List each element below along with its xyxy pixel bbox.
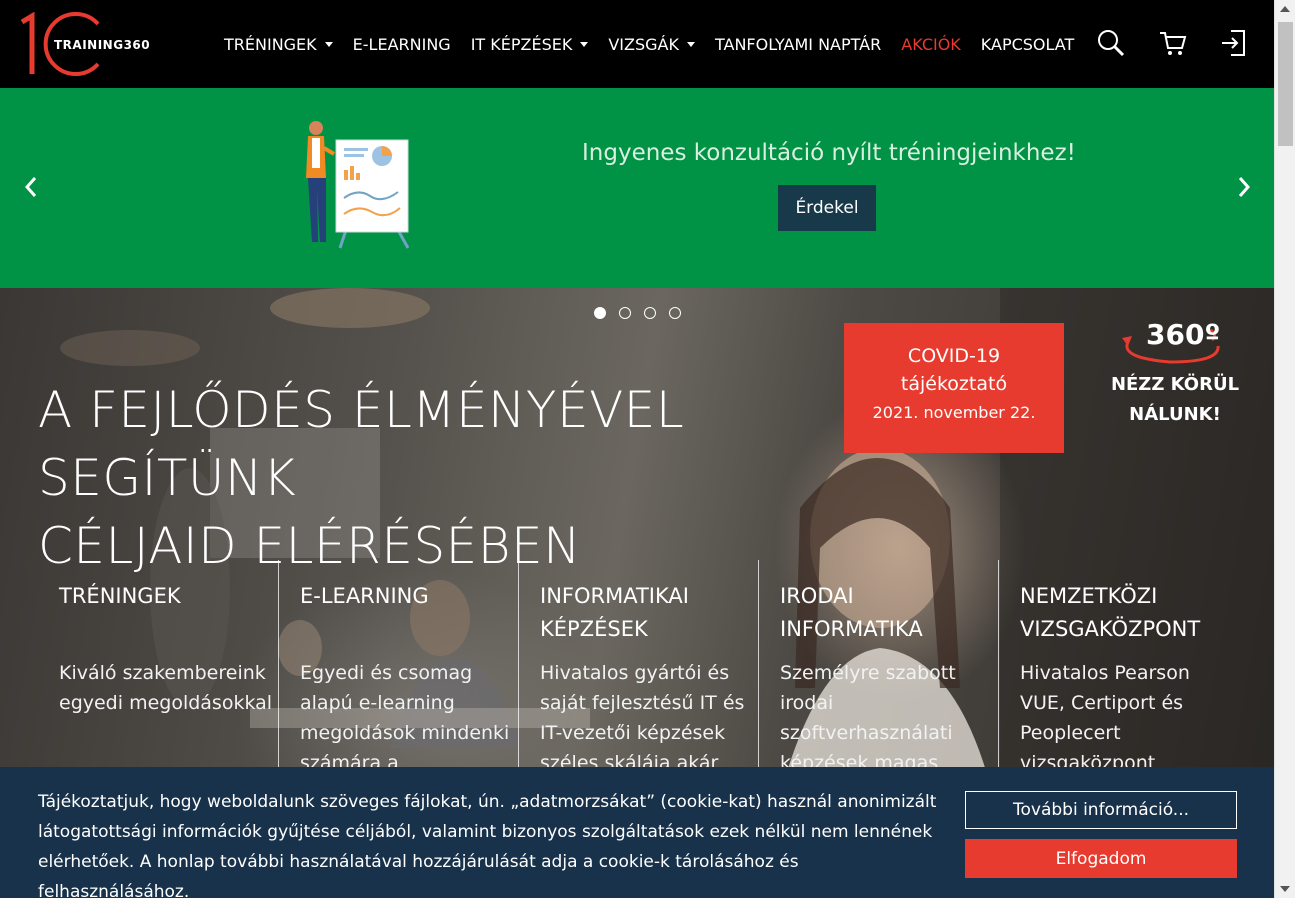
nav-it-kepzesek-label: IT KÉPZÉSEK (470, 34, 573, 54)
nav-elearning-label: E-LEARNING (352, 34, 451, 54)
page-scrollbar[interactable] (1274, 0, 1295, 898)
cookie-notice-text: Tájékoztatjuk, hogy weboldalunk szöveges… (38, 792, 937, 898)
site-header: TRAINING360 TRÉNINGEK E-LEARNING IT KÉPZ… (0, 0, 1274, 88)
slider-next-arrow-icon[interactable] (1235, 175, 1253, 199)
tour-text-line-2: NÁLUNK! (1129, 404, 1221, 425)
chevron-down-icon (580, 41, 589, 47)
logo-text: TRAINING360 (54, 38, 151, 52)
chevron-down-icon (324, 41, 333, 47)
presenter-illustration (288, 118, 418, 250)
covid-subtitle: tájékoztató (900, 373, 1008, 395)
slider-dots (594, 307, 681, 319)
service-title: NEMZETKÖZI VIZSGAKÖZPONT (1020, 584, 1201, 641)
covid-date: 2021. november 22. (872, 403, 1036, 422)
service-description: Hivatalos gyártói és saját fejlesztésű I… (540, 662, 745, 774)
service-title: E-LEARNING (300, 584, 429, 608)
service-description: Hivatalos Pearson VUE, Certiport és Peop… (1020, 662, 1190, 774)
nav-treningek[interactable]: TRÉNINGEK (224, 35, 333, 54)
main-nav: TRÉNINGEK E-LEARNING IT KÉPZÉSEK VIZSGÁK… (224, 0, 1094, 88)
slider-dot-1[interactable] (594, 307, 606, 319)
training360-logo[interactable]: TRAINING360 (18, 11, 158, 78)
covid-info-box[interactable]: COVID-19 tájékoztató 2021. november 22. (844, 323, 1064, 453)
tour-text: NÉZZ KÖRÜL NÁLUNK! (1100, 370, 1250, 430)
service-title: TRÉNINGEK (59, 584, 181, 608)
hero-title-line-1: A FEJLŐDÉS ÉLMÉNYÉVEL SEGÍTÜNK (38, 381, 685, 507)
promo-erdekel-button[interactable]: Érdekel (778, 185, 876, 231)
promo-slider: Ingyenes konzultáció nyílt tréningjeinkh… (0, 88, 1274, 288)
service-description: Egyedi és csomag alapú e-learning megold… (300, 662, 510, 774)
tour-number: 360º (1146, 318, 1221, 351)
hero-title: A FEJLŐDÉS ÉLMÉNYÉVEL SEGÍTÜNK CÉLJAID E… (38, 376, 858, 580)
chevron-down-icon (686, 41, 695, 47)
service-description: Személyre szabott irodai szoftverhasznál… (780, 662, 956, 774)
nav-it-kepzesek[interactable]: IT KÉPZÉSEK (471, 35, 589, 54)
slider-dot-2[interactable] (619, 307, 631, 319)
slider-prev-arrow-icon[interactable] (22, 175, 40, 199)
nav-tanfolyami-naptar-label: TANFOLYAMI NAPTÁR (714, 34, 882, 54)
login-icon[interactable] (1219, 28, 1249, 58)
service-title: IRODAI INFORMATIKA (780, 584, 923, 641)
cookie-more-info-button[interactable]: További információ... (965, 791, 1237, 829)
nav-akciok[interactable]: AKCIÓK (901, 35, 961, 54)
nav-elearning[interactable]: E-LEARNING (353, 35, 451, 54)
scroll-down-arrow-icon[interactable] (1280, 886, 1290, 892)
virtual-tour-link[interactable]: 360º NÉZZ KÖRÜL NÁLUNK! (1100, 316, 1250, 426)
tour-text-line-1: NÉZZ KÖRÜL (1110, 374, 1240, 395)
cookie-banner: Tájékoztatjuk, hogy weboldalunk szöveges… (0, 767, 1274, 898)
promo-text: Ingyenes konzultáció nyílt tréningjeinkh… (582, 140, 1076, 166)
nav-vizsgak[interactable]: VIZSGÁK (608, 35, 695, 54)
slider-dot-3[interactable] (644, 307, 656, 319)
cookie-accept-button[interactable]: Elfogadom (965, 839, 1237, 878)
nav-vizsgak-label: VIZSGÁK (608, 34, 679, 54)
nav-akciok-label: AKCIÓK (901, 34, 961, 54)
nav-kapcsolat-label: KAPCSOLAT (980, 34, 1075, 54)
slider-dot-4[interactable] (669, 307, 681, 319)
nav-tanfolyami-naptar[interactable]: TANFOLYAMI NAPTÁR (715, 35, 881, 54)
scroll-up-arrow-icon[interactable] (1280, 6, 1290, 12)
cart-icon[interactable] (1158, 28, 1188, 58)
covid-title: COVID-19 (907, 345, 1001, 367)
scrollbar-thumb[interactable] (1278, 22, 1293, 146)
nav-treningek-label: TRÉNINGEK (224, 34, 317, 54)
service-title: INFORMATIKAI KÉPZÉSEK (540, 584, 689, 641)
service-description: Kiváló szakembereink egyedi megoldásokka… (59, 662, 273, 714)
nav-kapcsolat[interactable]: KAPCSOLAT (981, 35, 1074, 54)
search-icon[interactable] (1096, 28, 1126, 58)
